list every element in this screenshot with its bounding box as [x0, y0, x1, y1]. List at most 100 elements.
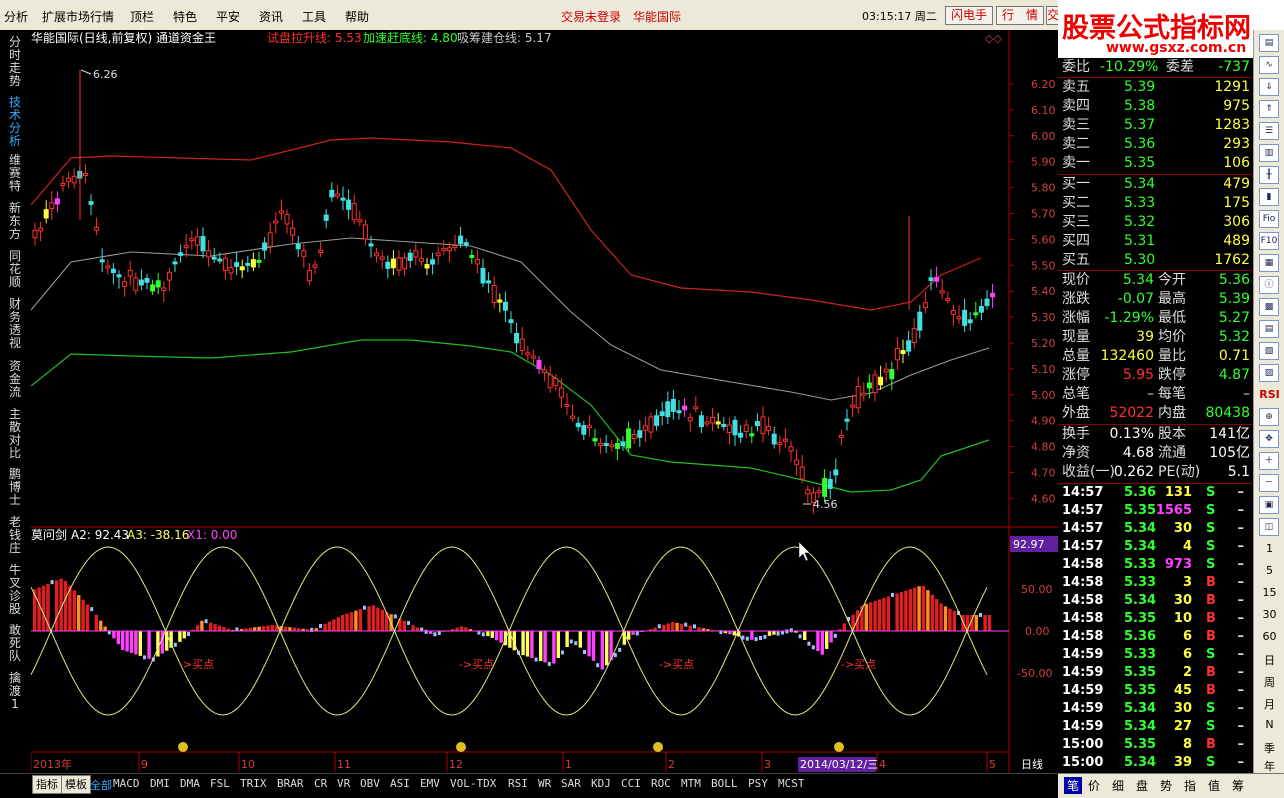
detail-tab[interactable]: 细 — [1112, 777, 1124, 794]
chart-icon[interactable]: ▨ — [1259, 364, 1279, 382]
menu-special[interactable]: 特色 — [173, 8, 197, 25]
detail-tab[interactable]: 筹 — [1232, 777, 1244, 794]
indicator-tab[interactable]: MTM — [681, 777, 701, 790]
move-icon[interactable]: ✥ — [1259, 430, 1279, 448]
zoom-icon[interactable]: ⊕ — [1259, 408, 1279, 426]
news-icon[interactable] — [834, 742, 844, 752]
period-week[interactable]: 周 — [1254, 674, 1284, 690]
ask-row[interactable]: 卖五 5.39 1291 — [1058, 78, 1252, 97]
indicator-tab[interactable]: ROC — [651, 777, 671, 790]
stats-icon[interactable]: ▧ — [1259, 342, 1279, 360]
bid-row[interactable]: 买三 5.32 306 — [1058, 213, 1252, 232]
indicator-tab[interactable]: PSY — [748, 777, 768, 790]
indicator-tab[interactable]: 指标 — [32, 775, 62, 794]
login-status[interactable]: 交易未登录 — [561, 8, 621, 25]
period-season[interactable]: 季 — [1254, 740, 1284, 756]
detail-tab[interactable]: 价 — [1088, 777, 1100, 794]
indicator-tab[interactable]: VR — [337, 777, 350, 790]
period-year[interactable]: 年 — [1254, 758, 1284, 774]
indicator-tab[interactable]: OBV — [360, 777, 380, 790]
bars-icon[interactable]: ▮ — [1259, 188, 1279, 206]
detail-tab[interactable]: 笔 — [1064, 777, 1082, 794]
indicator-tab[interactable]: MACD — [113, 777, 140, 790]
candle-icon[interactable]: ╫ — [1259, 166, 1279, 184]
market-button[interactable]: 行 情 — [996, 6, 1044, 25]
menu-analysis[interactable]: 分析 — [4, 8, 28, 25]
arrow-down-icon[interactable]: ⇓ — [1259, 78, 1279, 96]
indicator-tab[interactable]: RSI — [508, 777, 528, 790]
menu-top-bar[interactable]: 顶栏 — [130, 8, 154, 25]
indicator-tab[interactable]: SAR — [561, 777, 581, 790]
indicator-tab[interactable]: BOLL — [711, 777, 738, 790]
indicator-tab[interactable]: FSL — [210, 777, 230, 790]
detail-tab[interactable]: 势 — [1160, 777, 1172, 794]
period-5min[interactable]: 5 — [1254, 564, 1284, 577]
tab-intraday[interactable]: 分时走势 — [0, 36, 30, 88]
indicator-tab[interactable]: ASI — [390, 777, 410, 790]
zoom-out-icon[interactable]: － — [1259, 474, 1279, 492]
chart-icon[interactable]: ▥ — [1259, 144, 1279, 162]
kline-chart[interactable]: 华能国际(日线,前复权) 通道资金王 试盘拉升线: 5.53 加速赶底线: 4.… — [31, 30, 1058, 773]
indicator-tab[interactable]: DMI — [150, 777, 170, 790]
bid-row[interactable]: 买五 5.30 1762 — [1058, 251, 1252, 270]
tab-technical[interactable]: 技术分析 — [0, 96, 30, 148]
grid-icon[interactable]: ▦ — [1259, 254, 1279, 272]
indicator-tab[interactable]: TRIX — [240, 777, 267, 790]
tool-icon[interactable]: ◫ — [1259, 518, 1279, 536]
chart-icon[interactable]: ▤ — [1259, 320, 1279, 338]
period-month[interactable]: 月 — [1254, 696, 1284, 712]
line-icon[interactable]: ∿ — [1259, 56, 1279, 74]
period-15min[interactable]: 15 — [1254, 586, 1284, 599]
indicator-tab[interactable]: BRAR — [277, 777, 304, 790]
fio-icon[interactable]: Fio — [1259, 210, 1279, 228]
ask-row[interactable]: 卖二 5.36 293 — [1058, 135, 1252, 154]
tab-finance[interactable]: 财务透视 — [0, 298, 30, 350]
detail-tab[interactable]: 指 — [1184, 777, 1196, 794]
collapse-icon[interactable]: ◇◇ — [985, 32, 1002, 45]
menu-tools[interactable]: 工具 — [302, 8, 326, 25]
tool-icon[interactable]: ▣ — [1259, 496, 1279, 514]
bid-row[interactable]: 买二 5.33 175 — [1058, 194, 1252, 213]
period-day[interactable]: 日 — [1254, 652, 1284, 668]
bid-row[interactable]: 买一 5.34 479 — [1058, 175, 1252, 194]
menu-news[interactable]: 资讯 — [259, 8, 283, 25]
ask-row[interactable]: 卖四 5.38 975 — [1058, 97, 1252, 116]
calc-icon[interactable]: ▩ — [1259, 298, 1279, 316]
rsi-button[interactable]: RSI — [1254, 388, 1284, 401]
tab-gansidui[interactable]: 敢死队 — [0, 624, 30, 663]
tab-main-retail[interactable]: 主散对比 — [0, 408, 30, 460]
lightning-trade-button[interactable]: 闪电手 — [945, 6, 993, 25]
indicator-tab[interactable]: DMA — [180, 777, 200, 790]
ask-row[interactable]: 卖三 5.37 1283 — [1058, 116, 1252, 135]
news-icon[interactable] — [178, 742, 188, 752]
indicator-tab[interactable]: EMV — [420, 777, 440, 790]
bid-row[interactable]: 买四 5.31 489 — [1058, 232, 1252, 251]
indicator-tab[interactable]: WR — [538, 777, 551, 790]
ask-row[interactable]: 卖一 5.35 106 — [1058, 154, 1252, 173]
period-n[interactable]: N — [1254, 718, 1284, 731]
detail-tab[interactable]: 盘 — [1136, 777, 1148, 794]
tab-xindongfang[interactable]: 新东方 — [0, 202, 30, 241]
period-60min[interactable]: 60 — [1254, 630, 1284, 643]
list-icon[interactable]: ☰ — [1259, 122, 1279, 140]
indicator-tab[interactable]: 模板 — [61, 775, 91, 794]
f10-icon[interactable]: F10 — [1259, 232, 1279, 250]
zoom-in-icon[interactable]: ＋ — [1259, 452, 1279, 470]
news-icon[interactable] — [653, 742, 663, 752]
period-1min[interactable]: 1 — [1254, 542, 1284, 555]
menu-extended-market[interactable]: 扩展市场行情 — [42, 8, 114, 25]
period-30min[interactable]: 30 — [1254, 608, 1284, 621]
kline-icon[interactable]: ▤ — [1259, 34, 1279, 52]
indicator-tab[interactable]: CR — [314, 777, 327, 790]
tab-pengboshi[interactable]: 鹏博士 — [0, 468, 30, 507]
indicator-tab[interactable]: VOL-TDX — [450, 777, 496, 790]
info-icon[interactable]: ⓘ — [1259, 276, 1279, 294]
menu-pingan[interactable]: 平安 — [216, 8, 240, 25]
period-label[interactable]: 日线 — [1021, 757, 1043, 771]
tab-laoqianzhuang[interactable]: 老钱庄 — [0, 516, 30, 555]
tab-capital-flow[interactable]: 资金流 — [0, 360, 30, 399]
indicator-tab[interactable]: 全部 — [90, 777, 112, 793]
indicator-tab[interactable]: KDJ — [591, 777, 611, 790]
menu-help[interactable]: 帮助 — [345, 8, 369, 25]
tab-qindu[interactable]: 擒渡1 — [0, 672, 30, 711]
